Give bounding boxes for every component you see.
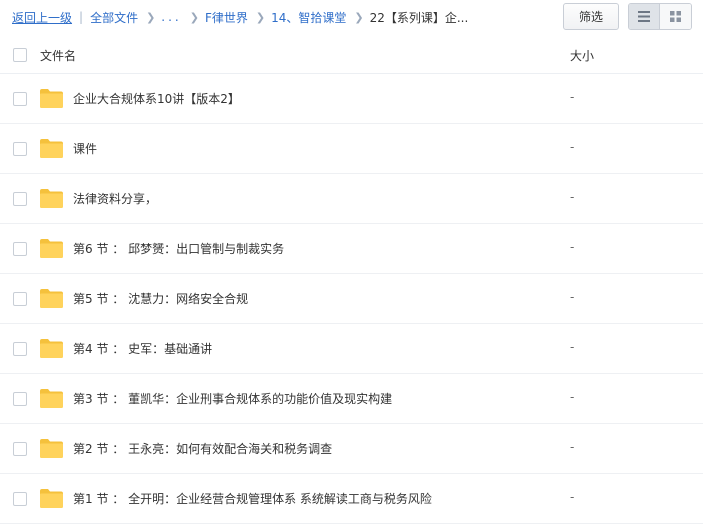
breadcrumb-current: 22【系列课】企... xyxy=(369,10,469,25)
select-all-checkbox[interactable] xyxy=(13,48,27,62)
row-checkbox[interactable] xyxy=(13,142,27,156)
breadcrumb: 返回上一级 | 全部文件 ❯ ... ❯ F律世界 ❯ 14、智拾课堂 ❯ 22… xyxy=(12,8,468,26)
file-name[interactable]: 第4 节 ： 史军：基础通讲 xyxy=(73,340,212,357)
back-link[interactable]: 返回上一级 xyxy=(12,9,72,26)
file-row[interactable]: 企业大合规体系10讲【版本2】 - xyxy=(0,74,703,124)
folder-icon xyxy=(40,189,63,208)
folder-icon xyxy=(40,339,63,358)
view-toggle xyxy=(628,3,692,30)
list-view-icon xyxy=(638,11,650,22)
breadcrumb-separator: | xyxy=(79,10,84,24)
breadcrumb-item-f-law-world[interactable]: F律世界 xyxy=(205,9,248,26)
folder-icon xyxy=(40,439,63,458)
grid-view-button[interactable] xyxy=(660,4,691,29)
file-row[interactable]: 课件 - xyxy=(0,124,703,174)
row-checkbox[interactable] xyxy=(13,242,27,256)
file-name[interactable]: 企业大合规体系10讲【版本2】 xyxy=(73,90,240,107)
file-size: - xyxy=(570,140,575,154)
row-checkbox[interactable] xyxy=(13,442,27,456)
column-header-name[interactable]: 文件名 xyxy=(40,47,76,64)
row-checkbox[interactable] xyxy=(13,342,27,356)
row-checkbox[interactable] xyxy=(13,192,27,206)
file-row[interactable]: 第5 节 ： 沈慧力：网络安全合规 - xyxy=(0,274,703,324)
file-row[interactable]: 第3 节 ： 董凯华：企业刑事合规体系的功能价值及现实构建 - xyxy=(0,374,703,424)
file-size: - xyxy=(570,490,575,504)
file-size: - xyxy=(570,90,575,104)
file-name[interactable]: 第3 节 ： 董凯华：企业刑事合规体系的功能价值及现实构建 xyxy=(73,390,392,407)
row-checkbox[interactable] xyxy=(13,292,27,306)
file-name[interactable]: 第1 节 ： 全开明：企业经营合规管理体系 系统解读工商与税务风险 xyxy=(73,490,432,507)
folder-icon xyxy=(40,289,63,308)
file-name[interactable]: 第2 节 ： 王永亮：如何有效配合海关和税务调查 xyxy=(73,440,332,457)
file-size: - xyxy=(570,190,575,204)
file-name[interactable]: 第6 节 ： 邱梦赟：出口管制与制裁实务 xyxy=(73,240,284,257)
filter-button[interactable]: 筛选 xyxy=(563,3,619,30)
chevron-right-icon: ❯ xyxy=(189,10,199,24)
file-row[interactable]: 法律资料分享， - xyxy=(0,174,703,224)
file-row[interactable]: 第6 节 ： 邱梦赟：出口管制与制裁实务 - xyxy=(0,224,703,274)
folder-icon xyxy=(40,489,63,508)
breadcrumb-ellipsis[interactable]: ... xyxy=(161,10,181,24)
column-header-size[interactable]: 大小 xyxy=(570,47,594,64)
file-size: - xyxy=(570,290,575,304)
folder-icon xyxy=(40,239,63,258)
folder-icon xyxy=(40,139,63,158)
file-size: - xyxy=(570,390,575,404)
chevron-right-icon: ❯ xyxy=(146,10,156,24)
folder-icon xyxy=(40,89,63,108)
file-size: - xyxy=(570,240,575,254)
file-row[interactable]: 第2 节 ： 王永亮：如何有效配合海关和税务调查 - xyxy=(0,424,703,474)
file-name[interactable]: 第5 节 ： 沈慧力：网络安全合规 xyxy=(73,290,248,307)
file-row[interactable]: 第1 节 ： 全开明：企业经营合规管理体系 系统解读工商与税务风险 - xyxy=(0,474,703,524)
row-checkbox[interactable] xyxy=(13,92,27,106)
chevron-right-icon: ❯ xyxy=(255,10,266,24)
chevron-right-icon: ❯ xyxy=(354,10,364,24)
file-row[interactable]: 第4 节 ： 史军：基础通讲 - xyxy=(0,324,703,374)
file-size: - xyxy=(570,340,575,354)
file-list-header: 文件名 大小 xyxy=(0,36,703,74)
breadcrumb-item-classroom[interactable]: 14、智拾课堂 xyxy=(271,9,346,26)
top-toolbar: 返回上一级 | 全部文件 ❯ ... ❯ F律世界 ❯ 14、智拾课堂 ❯ 22… xyxy=(0,0,703,34)
file-name[interactable]: 课件 xyxy=(73,140,97,157)
file-name[interactable]: 法律资料分享， xyxy=(73,190,157,207)
all-files-link[interactable]: 全部文件 xyxy=(90,9,138,26)
row-checkbox[interactable] xyxy=(13,492,27,506)
row-checkbox[interactable] xyxy=(13,392,27,406)
folder-icon xyxy=(40,389,63,408)
grid-view-icon xyxy=(670,11,681,22)
list-view-button[interactable] xyxy=(629,4,660,29)
file-size: - xyxy=(570,440,575,454)
